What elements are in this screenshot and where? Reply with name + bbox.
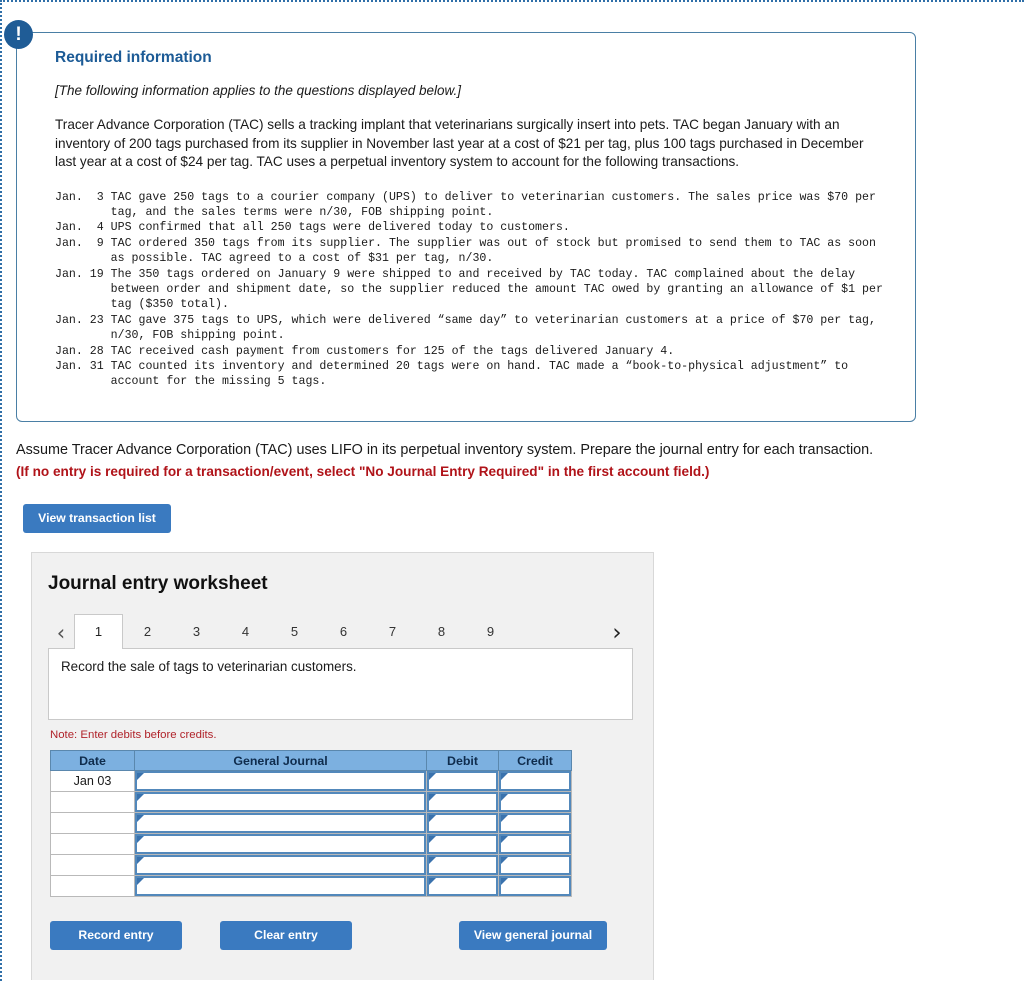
table-row: [50, 833, 572, 855]
journal-credit-input[interactable]: [499, 834, 571, 854]
journal-credit-input[interactable]: [499, 792, 571, 812]
journal-debit-input-cell: [426, 854, 499, 876]
journal-account-input[interactable]: [135, 771, 426, 791]
transaction-list-text: Jan. 3 TAC gave 250 tags to a courier co…: [55, 190, 883, 389]
journal-account-input-cell: [134, 854, 427, 876]
instructions-main: Assume Tracer Advance Corporation (TAC) …: [16, 442, 874, 458]
journal-account-input-cell: [134, 875, 427, 897]
next-tab-arrow-icon[interactable]: ›: [607, 618, 633, 648]
journal-date-cell[interactable]: [50, 854, 135, 876]
journal-account-input[interactable]: [135, 792, 426, 812]
table-row: [50, 875, 572, 897]
journal-credit-input[interactable]: [499, 876, 571, 896]
worksheet-title: Journal entry worksheet: [48, 573, 268, 594]
required-information-title: Required information: [55, 49, 212, 66]
journal-debit-input[interactable]: [427, 771, 498, 791]
prev-tab-arrow-icon[interactable]: ‹: [48, 618, 74, 648]
required-information-panel: ! Required information [The following in…: [4, 20, 916, 422]
table-row: [50, 791, 572, 813]
worksheet-tab-3[interactable]: 3: [172, 614, 221, 649]
column-header-date: Date: [50, 750, 135, 771]
journal-debit-input[interactable]: [427, 834, 498, 854]
worksheet-tabs: 123456789: [74, 613, 515, 649]
journal-entry-worksheet-panel: Journal entry worksheet ‹ 123456789 › Re…: [31, 552, 654, 980]
journal-credit-input-cell: [498, 812, 572, 834]
view-transaction-list-button[interactable]: View transaction list: [23, 504, 171, 533]
journal-credit-input-cell: [498, 875, 572, 897]
journal-credit-input-cell: [498, 854, 572, 876]
instructions-warning: (If no entry is required for a transacti…: [16, 464, 710, 479]
journal-date-cell[interactable]: [50, 875, 135, 897]
journal-debit-input-cell: [426, 812, 499, 834]
worksheet-tab-9[interactable]: 9: [466, 614, 515, 649]
record-entry-button[interactable]: Record entry: [50, 921, 182, 950]
journal-credit-input[interactable]: [499, 771, 571, 791]
table-header-row: Date General Journal Debit Credit: [50, 750, 572, 771]
worksheet-tab-7[interactable]: 7: [368, 614, 417, 649]
journal-entry-table: Date General Journal Debit Credit Jan 03: [50, 750, 572, 897]
required-information-subtitle: [The following information applies to th…: [55, 83, 461, 98]
journal-credit-input[interactable]: [499, 813, 571, 833]
journal-debit-input[interactable]: [427, 876, 498, 896]
required-information-body: Tracer Advance Corporation (TAC) sells a…: [55, 117, 864, 169]
clear-entry-button[interactable]: Clear entry: [220, 921, 352, 950]
journal-debit-input-cell: [426, 875, 499, 897]
journal-date-cell[interactable]: [50, 833, 135, 855]
journal-debit-input[interactable]: [427, 813, 498, 833]
journal-credit-input-cell: [498, 770, 572, 792]
journal-date-cell[interactable]: [50, 812, 135, 834]
column-header-general-journal: General Journal: [134, 750, 427, 771]
worksheet-tab-1[interactable]: 1: [74, 614, 123, 649]
journal-account-input-cell: [134, 770, 427, 792]
journal-account-input-cell: [134, 812, 427, 834]
page-root: ! Required information [The following in…: [0, 0, 1024, 981]
journal-debit-input[interactable]: [427, 792, 498, 812]
view-general-journal-button[interactable]: View general journal: [459, 921, 607, 950]
table-row: [50, 854, 572, 876]
journal-account-input[interactable]: [135, 855, 426, 875]
worksheet-tab-strip: ‹ 123456789 ›: [48, 612, 633, 649]
instructions-block: Assume Tracer Advance Corporation (TAC) …: [16, 440, 1024, 482]
column-header-credit: Credit: [498, 750, 572, 771]
worksheet-tab-6[interactable]: 6: [319, 614, 368, 649]
journal-account-input-cell: [134, 833, 427, 855]
worksheet-tab-5[interactable]: 5: [270, 614, 319, 649]
column-header-debit: Debit: [426, 750, 499, 771]
journal-credit-input-cell: [498, 791, 572, 813]
journal-table-body: Jan 03: [50, 770, 572, 897]
journal-credit-input-cell: [498, 833, 572, 855]
worksheet-tab-2[interactable]: 2: [123, 614, 172, 649]
worksheet-description-box: Record the sale of tags to veterinarian …: [48, 648, 633, 720]
journal-debit-input-cell: [426, 770, 499, 792]
debits-before-credits-note: Note: Enter debits before credits.: [50, 729, 217, 741]
journal-account-input[interactable]: [135, 834, 426, 854]
journal-date-cell[interactable]: [50, 791, 135, 813]
journal-debit-input-cell: [426, 833, 499, 855]
journal-account-input[interactable]: [135, 876, 426, 896]
journal-date-cell[interactable]: Jan 03: [50, 770, 135, 792]
worksheet-tab-8[interactable]: 8: [417, 614, 466, 649]
required-information-box: Required information [The following info…: [16, 32, 916, 422]
exclamation-icon: !: [4, 20, 33, 49]
journal-credit-input[interactable]: [499, 855, 571, 875]
worksheet-description-text: Record the sale of tags to veterinarian …: [61, 659, 357, 674]
journal-debit-input-cell: [426, 791, 499, 813]
journal-account-input-cell: [134, 791, 427, 813]
table-row: [50, 812, 572, 834]
worksheet-action-bar: Record entry Clear entry View general jo…: [50, 921, 633, 980]
worksheet-tab-4[interactable]: 4: [221, 614, 270, 649]
journal-account-input[interactable]: [135, 813, 426, 833]
journal-debit-input[interactable]: [427, 855, 498, 875]
table-row: Jan 03: [50, 770, 572, 792]
